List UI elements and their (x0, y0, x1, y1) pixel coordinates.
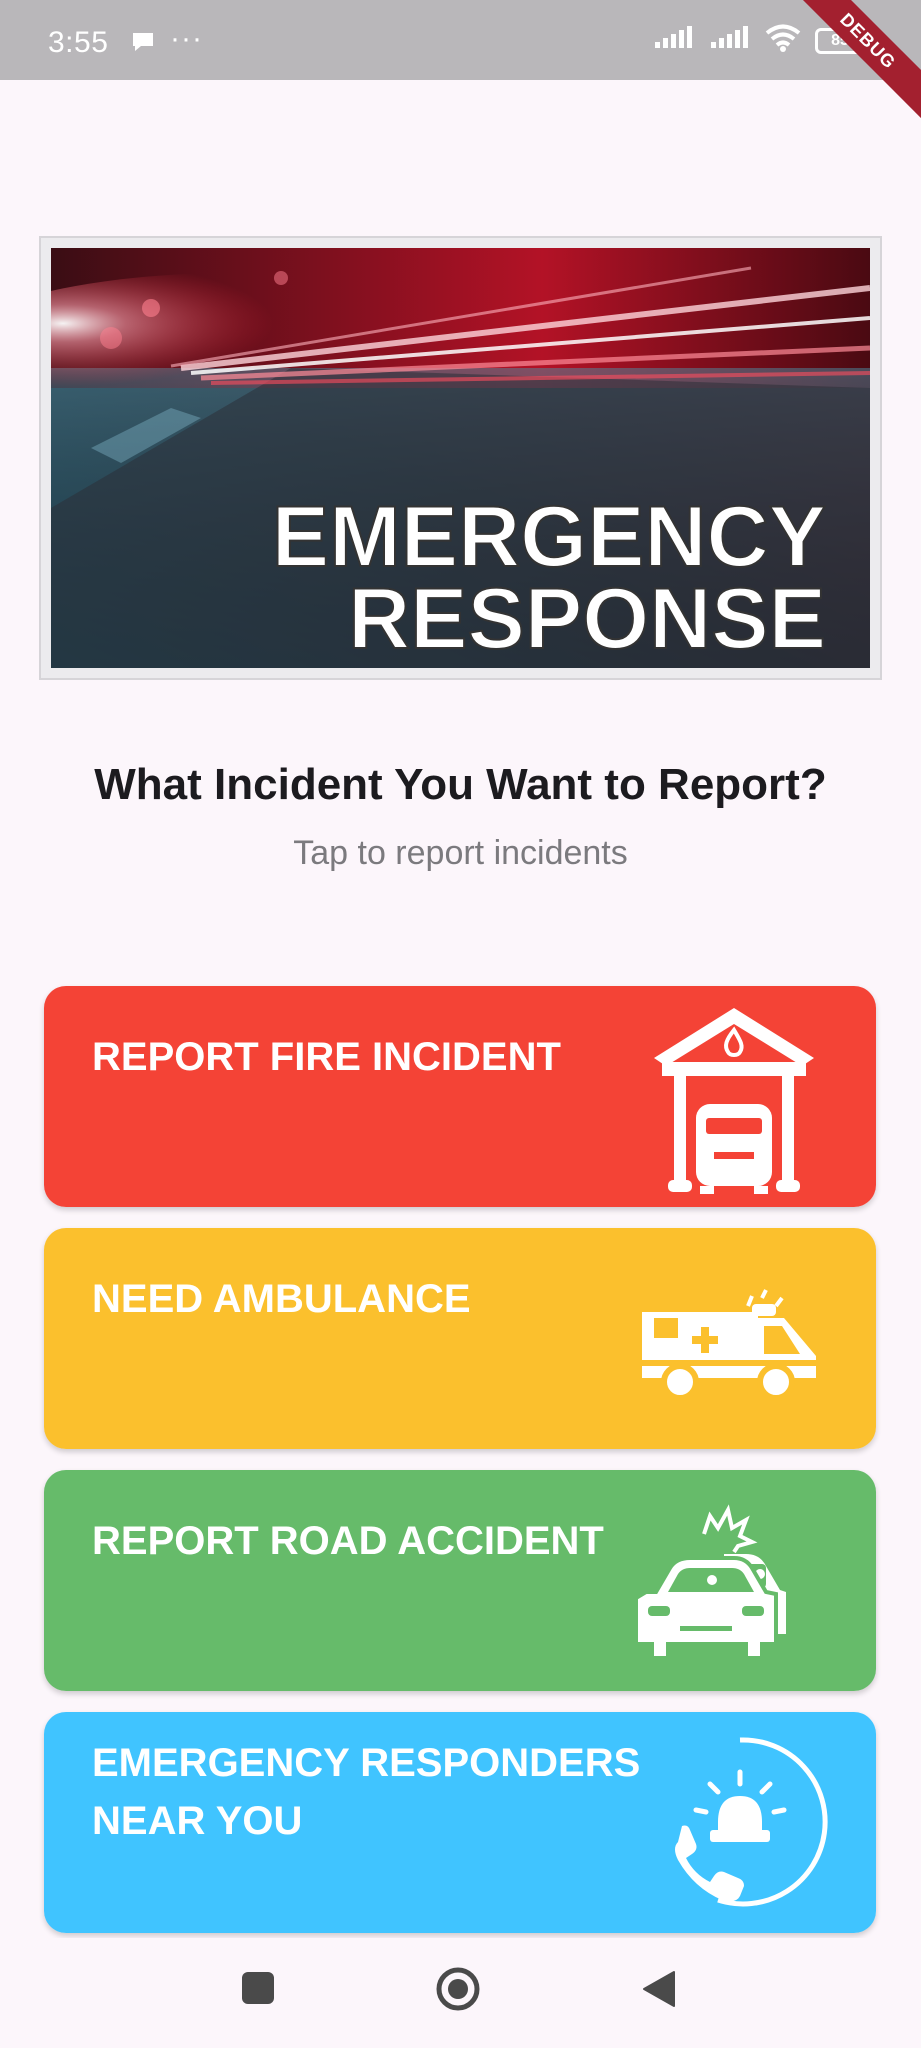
need-ambulance-button[interactable]: NEED AMBULANCE (44, 1228, 876, 1449)
report-road-accident-button[interactable]: REPORT ROAD ACCIDENT (44, 1470, 876, 1691)
report-fire-incident-button[interactable]: REPORT FIRE INCIDENT (44, 986, 876, 1207)
card-label: REPORT ROAD ACCIDENT (92, 1519, 604, 1563)
emergency-response-banner: EMERGENCY RESPONSE (39, 236, 882, 680)
fire-station-icon (644, 1000, 824, 1201)
home-circle-icon[interactable] (435, 1966, 481, 2017)
page-subtitle: Tap to report incidents (293, 834, 628, 872)
status-bar: 3:55 ··· 85 (0, 0, 921, 80)
banner-line2: RESPONSE (348, 571, 826, 667)
page-title: What Incident You Want to Report? (94, 760, 827, 809)
more-notifications-icon: ··· (170, 22, 203, 55)
signal-icon (653, 26, 695, 55)
android-nav-bar (0, 1938, 921, 2048)
signal-icon-2 (709, 26, 751, 55)
card-label-line2: NEAR YOU (92, 1799, 303, 1843)
ambulance-icon (640, 1276, 830, 1411)
emergency-responders-near-you-button[interactable]: EMERGENCY RESPONDERS NEAR YOU (44, 1712, 876, 1933)
card-label-line1: EMERGENCY RESPONDERS (92, 1741, 641, 1785)
card-label: REPORT FIRE INCIDENT (92, 1035, 561, 1079)
recents-square-icon[interactable] (240, 1970, 276, 2011)
car-crash-icon (634, 1494, 834, 1689)
back-triangle-icon[interactable] (642, 1970, 676, 2013)
phone-siren-icon (648, 1732, 828, 1917)
chat-bubble-icon (130, 30, 156, 59)
card-label: NEED AMBULANCE (92, 1277, 471, 1321)
status-time: 3:55 (48, 26, 109, 59)
banner-image: EMERGENCY RESPONSE (51, 248, 870, 668)
wifi-icon (765, 24, 801, 57)
